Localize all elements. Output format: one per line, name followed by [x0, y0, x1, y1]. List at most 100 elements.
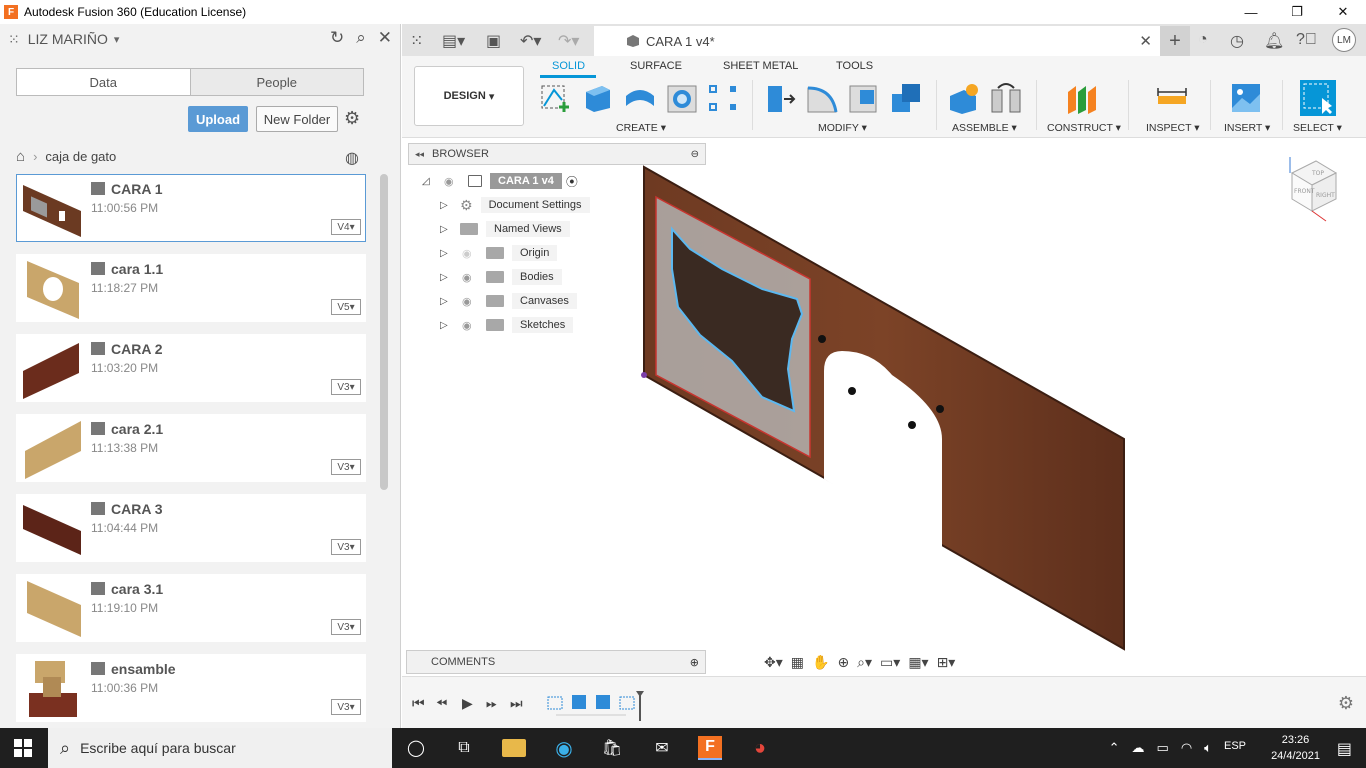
3d-viewport[interactable]: ◂◂ BROWSER ⊖ ◿ ◉ CARA 1 v4 ⦿ ▷ ⚙ Documen… [402, 139, 1366, 676]
browser-panel-header[interactable]: ◂◂ BROWSER ⊖ [408, 143, 706, 165]
timeline-features[interactable] [546, 691, 646, 721]
version-badge[interactable]: V3 ▾ [331, 619, 361, 635]
task-view-icon[interactable]: ⧉ [452, 736, 476, 760]
version-badge[interactable]: V5 ▾ [331, 299, 361, 315]
select-icon[interactable] [1300, 80, 1336, 116]
browser-root-item[interactable]: ◿ ◉ CARA 1 v4 ⦿ [422, 171, 578, 191]
avatar[interactable]: LM [1332, 28, 1356, 52]
expand-triangle-icon[interactable]: ▷ [440, 296, 450, 307]
viewcube-front-label[interactable]: FRONT [1294, 188, 1315, 195]
eye-hidden-icon[interactable]: ◉ [462, 247, 478, 260]
minimize-button[interactable]: — [1228, 0, 1274, 24]
file-card[interactable]: cara 2.1 11:13:38 PM V3 ▾ [16, 414, 366, 482]
collapse-panel-icon[interactable]: ◂◂ [415, 149, 424, 160]
add-comment-icon[interactable]: ⊕ [690, 656, 699, 669]
revolve-icon[interactable] [624, 82, 656, 114]
combine-icon[interactable] [890, 82, 922, 114]
browser-item-bodies[interactable]: ▷ ◉ Bodies [440, 267, 562, 287]
expand-triangle-icon[interactable]: ▷ [440, 248, 450, 259]
measure-icon[interactable] [1156, 82, 1188, 114]
chrome-icon[interactable]: ◕ [748, 736, 772, 760]
tab-solid[interactable]: SOLID [552, 60, 585, 72]
tab-surface[interactable]: SURFACE [630, 60, 682, 72]
expand-triangle-icon[interactable]: ▷ [440, 200, 450, 211]
extensions-icon[interactable]: ◔ [1198, 31, 1208, 49]
browser-item-canvases[interactable]: ▷ ◉ Canvases [440, 291, 577, 311]
file-explorer-icon[interactable] [502, 739, 526, 757]
wifi-icon[interactable]: ◠ [1181, 740, 1192, 756]
offset-plane-icon[interactable] [1066, 82, 1098, 114]
onedrive-icon[interactable]: ☁ [1132, 740, 1145, 756]
hole-icon[interactable] [666, 82, 698, 114]
go-to-start-icon[interactable]: ⏮ [412, 695, 425, 712]
viewports-icon[interactable]: ⊞▾ [937, 654, 956, 671]
tab-sheet-metal[interactable]: SHEET METAL [723, 60, 798, 72]
file-card[interactable]: cara 3.1 11:19:10 PM V3 ▾ [16, 574, 366, 642]
data-panel-toggle-icon[interactable]: ⁙ [410, 31, 423, 51]
close-window-button[interactable]: ✕ [1320, 0, 1366, 24]
browser-item-origin[interactable]: ▷ ◉ Origin [440, 243, 558, 263]
step-back-icon[interactable]: ⏪︎ [436, 695, 447, 712]
expand-triangle-icon[interactable]: ▷ [440, 272, 450, 283]
data-panel-scrollbar[interactable] [380, 174, 388, 490]
file-card[interactable]: ensamble 11:00:36 PM V3 ▾ [16, 654, 366, 722]
user-hub-name[interactable]: LIZ MARIÑO [28, 31, 108, 47]
press-pull-icon[interactable] [764, 82, 796, 114]
new-component-icon[interactable] [948, 82, 980, 114]
store-icon[interactable]: 🛍︎ [600, 736, 624, 760]
comments-panel-header[interactable]: COMMENTS ⊕ [406, 650, 706, 674]
pan-icon[interactable]: ✋ [812, 654, 829, 671]
save-icon[interactable]: ▣ [486, 31, 501, 51]
group-create[interactable]: CREATE ▾ [616, 122, 666, 134]
home-icon[interactable]: ⌂ [16, 148, 25, 165]
file-card[interactable]: cara 1.1 11:18:27 PM V5 ▾ [16, 254, 366, 322]
grid-icon[interactable]: ▦▾ [908, 654, 928, 671]
activate-radio-icon[interactable]: ⦿ [566, 173, 578, 190]
chevron-down-icon[interactable]: ▾ [114, 33, 120, 46]
go-to-end-icon[interactable]: ⏭ [510, 695, 523, 712]
job-status-icon[interactable]: ◷ [1230, 31, 1244, 51]
display-settings-icon[interactable]: ▭▾ [880, 654, 900, 671]
shell-icon[interactable] [848, 82, 880, 114]
expand-triangle-icon[interactable]: ▷ [440, 320, 450, 331]
look-at-icon[interactable]: ▦ [791, 654, 804, 671]
orbit-icon[interactable]: ✥▾ [764, 654, 783, 671]
fusion-taskbar-icon[interactable]: F [698, 736, 722, 760]
fillet-icon[interactable] [806, 82, 838, 114]
workspace-selector[interactable]: DESIGN ▾ [414, 66, 524, 126]
browser-item-document-settings[interactable]: ▷ ⚙ Document Settings [440, 195, 590, 215]
version-badge[interactable]: V3 ▾ [331, 379, 361, 395]
eye-icon[interactable]: ◉ [462, 271, 478, 284]
tab-people[interactable]: People [189, 69, 363, 95]
view-cube[interactable]: TOP FRONT RIGHT [1282, 153, 1342, 223]
joint-icon[interactable] [990, 82, 1022, 114]
extrude-icon[interactable] [582, 82, 614, 114]
document-tab[interactable]: CARA 1 v4* ✕ [594, 26, 1160, 56]
file-card[interactable]: CARA 2 11:03:20 PM V3 ▾ [16, 334, 366, 402]
close-tab-icon[interactable]: ✕ [1139, 32, 1152, 50]
undo-icon[interactable]: ↶▾ [520, 31, 541, 51]
upload-button[interactable]: Upload [188, 106, 248, 132]
action-center-icon[interactable]: ▤ [1337, 739, 1352, 759]
version-badge[interactable]: V3 ▾ [331, 459, 361, 475]
mail-icon[interactable]: ✉ [650, 736, 674, 760]
group-select[interactable]: SELECT ▾ [1293, 122, 1342, 134]
group-inspect[interactable]: INSPECT ▾ [1146, 122, 1200, 134]
battery-icon[interactable]: ▭ [1157, 740, 1169, 756]
eye-icon[interactable]: ◉ [444, 175, 460, 188]
taskbar-search-input[interactable]: ⌕ Escribe aquí para buscar [48, 728, 392, 768]
clock[interactable]: 23:26 24/4/2021 [1271, 732, 1320, 764]
cortana-icon[interactable]: ◯ [404, 736, 428, 760]
new-folder-button[interactable]: New Folder [256, 106, 338, 132]
insert-canvas-icon[interactable] [1230, 82, 1262, 114]
maximize-button[interactable]: ❐ [1274, 0, 1320, 24]
team-grid-icon[interactable]: ⁙ [8, 31, 20, 48]
browser-item-named-views[interactable]: ▷ Named Views [440, 219, 570, 239]
notifications-icon[interactable]: 🔔︎ [1264, 31, 1284, 51]
refresh-icon[interactable]: ↻ [330, 28, 344, 48]
version-badge[interactable]: V4 ▾ [331, 219, 361, 235]
new-tab-button[interactable]: + [1160, 26, 1190, 56]
group-insert[interactable]: INSERT ▾ [1224, 122, 1270, 134]
search-icon[interactable]: ⌕ [356, 28, 366, 48]
fit-icon[interactable]: ⌕▾ [857, 654, 872, 671]
